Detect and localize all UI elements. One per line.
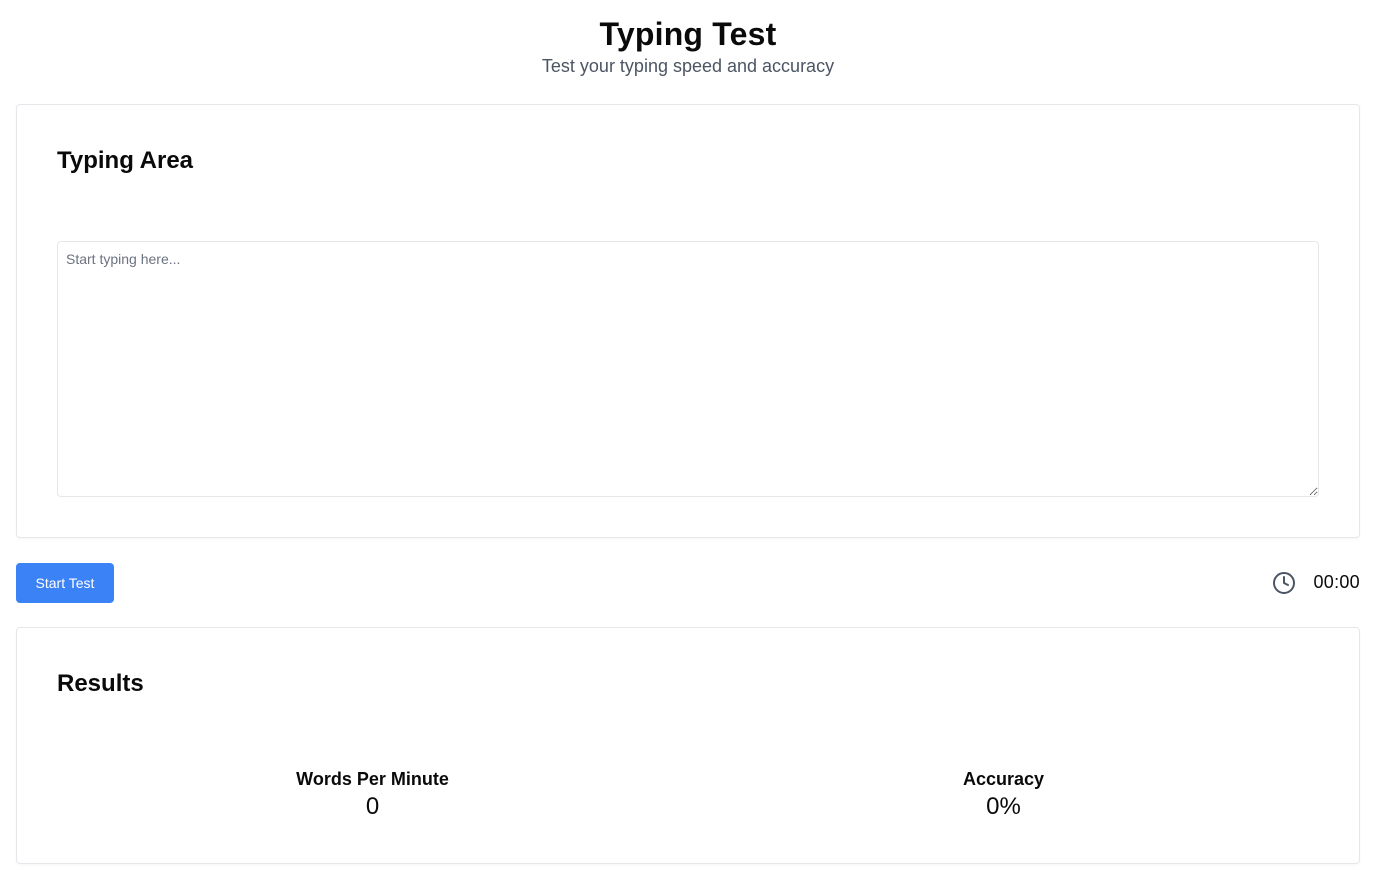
results-stats: Words Per Minute 0 Accuracy 0% xyxy=(57,768,1319,822)
stat-accuracy: Accuracy 0% xyxy=(688,768,1319,822)
typing-area-title: Typing Area xyxy=(57,147,194,174)
controls-bar: Start Test 00:00 xyxy=(16,538,1360,627)
page-header: Typing Test Test your typing speed and a… xyxy=(16,0,1360,104)
stat-value: 0% xyxy=(986,793,1021,820)
typing-input[interactable] xyxy=(57,241,1319,497)
stat-label: Accuracy xyxy=(962,769,1045,789)
page-subtitle: Test your typing speed and accuracy xyxy=(541,56,835,76)
stat-value: 0 xyxy=(365,793,380,820)
stat-words-per-minute: Words Per Minute 0 xyxy=(57,768,688,822)
timer-value: 00:00 xyxy=(1313,572,1360,592)
timer: 00:00 xyxy=(1272,571,1360,595)
clock-icon xyxy=(1272,571,1296,595)
start-test-button[interactable]: Start Test xyxy=(16,562,114,603)
typing-test-page: Typing Test Test your typing speed and a… xyxy=(0,0,1376,880)
page-title: Typing Test xyxy=(599,16,777,52)
results-card: Results Words Per Minute 0 Accuracy 0% xyxy=(16,627,1360,864)
typing-area-card: Typing Area xyxy=(16,104,1360,538)
results-title: Results xyxy=(57,670,144,697)
stat-label: Words Per Minute xyxy=(296,769,449,789)
